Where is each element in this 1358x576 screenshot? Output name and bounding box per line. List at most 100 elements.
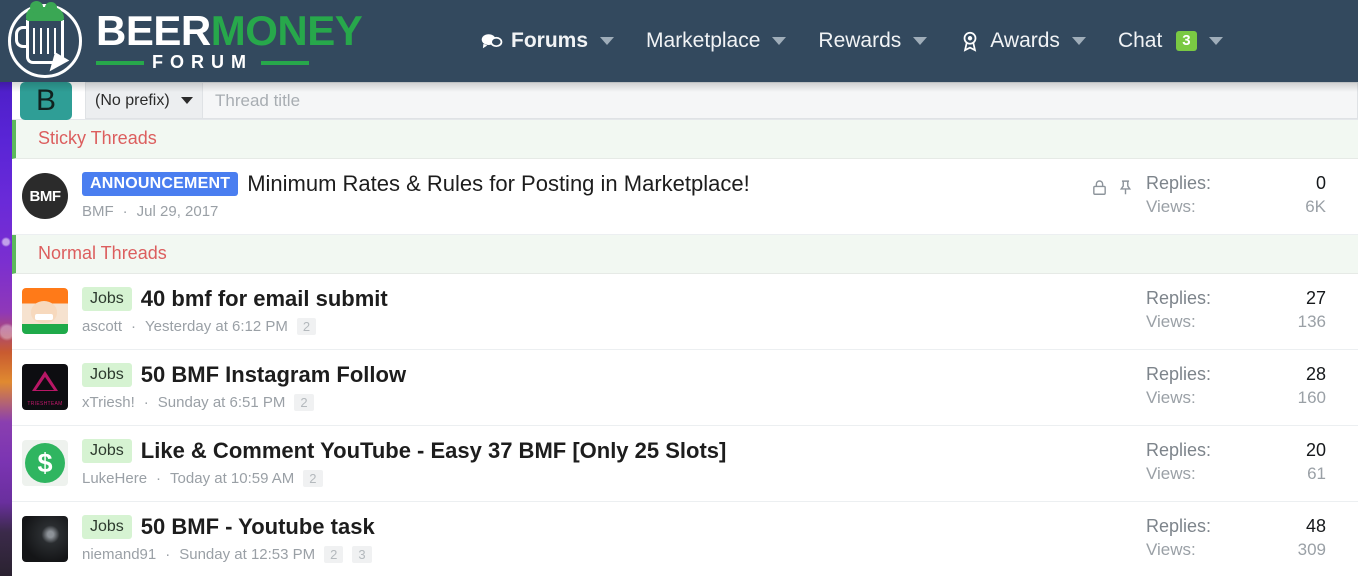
thread-date: Today at 10:59 AM	[170, 470, 295, 487]
thread-title-link[interactable]: 50 BMF Instagram Follow	[141, 362, 406, 388]
nav-label-rewards: Rewards	[818, 29, 902, 52]
thread-prefix-badge[interactable]: Jobs	[82, 515, 132, 539]
nav-item-awards[interactable]: Awards	[943, 0, 1102, 82]
thread-date: Jul 29, 2017	[136, 203, 219, 220]
site-logo[interactable]: BEERMONEY FORUM	[4, 1, 363, 80]
logo-text-forum: FORUM	[152, 52, 253, 72]
replies-value: 20	[1305, 440, 1326, 460]
logo-rule-left	[96, 60, 144, 65]
thread-meta: ascott · Yesterday at 6:12 PM 2	[82, 318, 1146, 335]
replies-value: 48	[1305, 516, 1326, 536]
table-row[interactable]: Jobs 50 BMF - Youtube task niemand91 · S…	[12, 502, 1358, 576]
nav-item-forums[interactable]: Forums	[464, 0, 630, 82]
replies-label: Replies:	[1146, 288, 1212, 308]
page-link[interactable]: 2	[303, 470, 323, 487]
thread-date: Sunday at 12:53 PM	[179, 546, 316, 563]
views-label: Views:	[1146, 312, 1196, 331]
thread-author[interactable]: LukeHere	[82, 470, 147, 487]
nav-item-marketplace[interactable]: Marketplace	[630, 0, 802, 82]
forums-icon	[480, 30, 503, 53]
views-label: Views:	[1146, 464, 1196, 483]
meta-separator: ·	[131, 318, 137, 335]
chevron-down-icon	[181, 97, 193, 104]
replies-label: Replies:	[1146, 516, 1212, 536]
meta-separator: ·	[143, 394, 149, 411]
avatar[interactable]: BMF	[22, 173, 68, 219]
chevron-down-icon[interactable]	[913, 37, 928, 45]
thread-title-link[interactable]: 40 bmf for email submit	[141, 286, 388, 312]
pin-icon	[1117, 179, 1134, 201]
section-header-sticky-threads: Sticky Threads	[12, 120, 1358, 159]
thread-author[interactable]: xTriesh!	[82, 394, 135, 411]
views-value: 160	[1297, 388, 1326, 407]
chevron-down-icon[interactable]	[1071, 37, 1086, 45]
thread-info: Jobs 50 BMF - Youtube task niemand91 · S…	[68, 514, 1146, 563]
thread-stats: Replies: 48 Views: 309	[1146, 514, 1348, 560]
replies-label: Replies:	[1146, 364, 1212, 384]
thread-author[interactable]: BMF	[82, 203, 114, 220]
thread-date: Yesterday at 6:12 PM	[145, 318, 288, 335]
replies-label: Replies:	[1146, 440, 1212, 460]
avatar[interactable]	[22, 516, 68, 562]
views-value: 309	[1297, 540, 1326, 559]
thread-prefix-badge[interactable]: Jobs	[82, 287, 132, 311]
views-label: Views:	[1146, 388, 1196, 407]
thread-title-input[interactable]: Thread title	[203, 82, 1358, 119]
replies-value: 0	[1315, 173, 1326, 193]
lock-icon	[1091, 179, 1108, 201]
nav-label-forums: Forums	[511, 29, 589, 52]
avatar[interactable]: TRIESHTEAM	[22, 364, 68, 410]
thread-prefix-badge[interactable]: Jobs	[82, 439, 132, 463]
thread-title-link[interactable]: Minimum Rates & Rules for Posting in Mar…	[247, 171, 750, 197]
logo-text-money: MONEY	[210, 7, 363, 54]
avatar[interactable]: $	[22, 440, 68, 486]
thread-prefix-badge[interactable]: ANNOUNCEMENT	[82, 172, 239, 196]
meta-separator: ·	[156, 470, 162, 487]
thread-title-link[interactable]: Like & Comment YouTube - Easy 37 BMF [On…	[141, 438, 727, 464]
thread-stats: Replies: 28 Views: 160	[1146, 362, 1348, 408]
replies-label: Replies:	[1146, 173, 1212, 193]
page-link[interactable]: 3	[352, 546, 372, 563]
thread-meta: LukeHere · Today at 10:59 AM 2	[82, 470, 1146, 487]
beer-mug-logo-icon	[8, 1, 82, 78]
table-row[interactable]: TRIESHTEAM Jobs 50 BMF Instagram Follow …	[12, 350, 1358, 426]
views-label: Views:	[1146, 197, 1196, 216]
thread-info: Jobs Like & Comment YouTube - Easy 37 BM…	[68, 438, 1146, 487]
thread-author[interactable]: ascott	[82, 318, 122, 335]
chat-unread-badge: 3	[1176, 31, 1197, 51]
chevron-down-icon[interactable]	[772, 37, 787, 45]
thread-meta: niemand91 · Sunday at 12:53 PM 2 3	[82, 546, 1146, 563]
award-icon	[959, 30, 982, 53]
thread-stats: Replies: 20 Views: 61	[1146, 438, 1348, 484]
page-link[interactable]: 2	[294, 394, 314, 411]
thread-info: ANNOUNCEMENT Minimum Rates & Rules for P…	[68, 171, 1091, 220]
table-row[interactable]: $ Jobs Like & Comment YouTube - Easy 37 …	[12, 426, 1358, 502]
meta-separator: ·	[122, 203, 128, 220]
nav-label-awards: Awards	[990, 29, 1060, 52]
section-header-normal-threads: Normal Threads	[12, 235, 1358, 274]
thread-prefix-value: (No prefix)	[95, 91, 170, 109]
thread-title-link[interactable]: 50 BMF - Youtube task	[141, 514, 375, 540]
chevron-down-icon[interactable]	[600, 37, 615, 45]
page-link[interactable]: 2	[296, 318, 317, 335]
views-label: Views:	[1146, 540, 1196, 559]
nav-item-chat[interactable]: Chat 3	[1102, 0, 1239, 82]
chevron-down-icon[interactable]	[1208, 37, 1223, 45]
thread-meta: xTriesh! · Sunday at 6:51 PM 2	[82, 394, 1146, 411]
nav-item-rewards[interactable]: Rewards	[802, 0, 943, 82]
thread-prefix-select[interactable]: (No prefix)	[85, 82, 203, 119]
logo-text-beer: BEER	[96, 7, 211, 54]
table-row[interactable]: BMF ANNOUNCEMENT Minimum Rates & Rules f…	[12, 159, 1358, 235]
logo-wordmark: BEERMONEY FORUM	[96, 7, 363, 73]
meta-separator: ·	[165, 546, 171, 563]
page-link[interactable]: 2	[324, 546, 344, 563]
thread-stats: Replies: 27 Views: 136	[1146, 286, 1348, 332]
nav-label-marketplace: Marketplace	[646, 29, 761, 52]
table-row[interactable]: Jobs 40 bmf for email submit ascott · Ye…	[12, 274, 1358, 350]
thread-meta: BMF · Jul 29, 2017	[82, 203, 1091, 220]
thread-author[interactable]: niemand91	[82, 546, 156, 563]
current-user-avatar[interactable]: B	[20, 82, 72, 120]
thread-info: Jobs 50 BMF Instagram Follow xTriesh! · …	[68, 362, 1146, 411]
avatar[interactable]	[22, 288, 68, 334]
thread-prefix-badge[interactable]: Jobs	[82, 363, 132, 387]
